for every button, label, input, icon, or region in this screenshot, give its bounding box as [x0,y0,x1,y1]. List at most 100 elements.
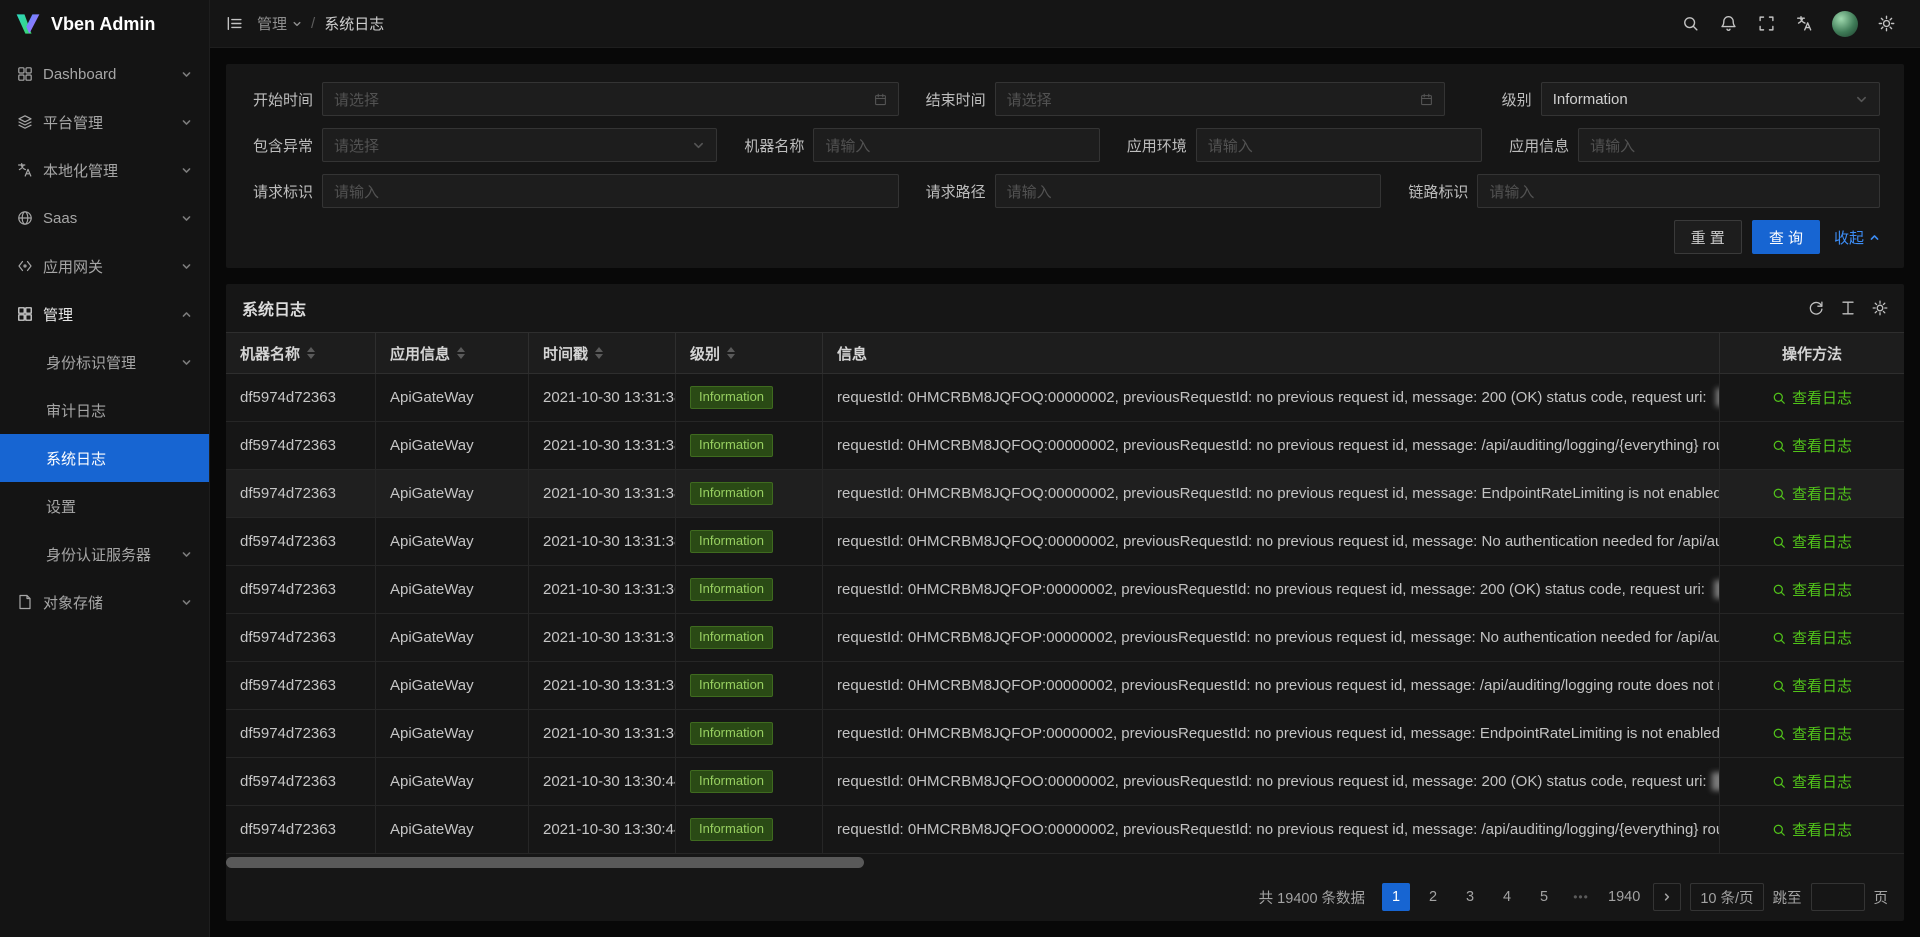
filter-row: 开始时间请选择结束时间请选择级别Information [250,82,1880,116]
page-button-2[interactable]: 2 [1419,883,1447,911]
sort-icon[interactable] [307,347,315,359]
view-log-link[interactable]: 查看日志 [1772,387,1852,408]
field-placeholder: 请输入 [1007,181,1052,202]
machine-name-input[interactable]: 请输入 [813,128,1099,162]
filter-field-trace-id: 链路标识请输入 [1405,174,1880,208]
sort-icon[interactable] [457,347,465,359]
page-button-4[interactable]: 4 [1493,883,1521,911]
table-row: df5974d72363ApiGateWay2021-10-30 13:31:3… [226,710,1904,758]
cell-message: requestId: 0HMCRBM8JQFOQ:00000002, previ… [823,422,1720,470]
field-label: 级别 [1469,89,1541,110]
sidebar-item-dashboard[interactable]: Dashboard [0,50,209,98]
table-row: df5974d72363ApiGateWay2021-10-30 13:31:3… [226,374,1904,422]
translate-icon[interactable] [1786,6,1822,42]
view-log-link[interactable]: 查看日志 [1772,435,1852,456]
end-time-date[interactable]: 请选择 [995,82,1445,116]
query-button[interactable]: 查 询 [1752,220,1820,254]
cell-timestamp: 2021-10-30 13:31:36 [529,710,676,758]
page-ellipsis: ••• [1567,883,1595,911]
page-size-select[interactable]: 10 条/页 [1690,883,1763,911]
sort-icon[interactable] [727,347,735,359]
settings-icon[interactable] [1872,300,1888,316]
start-time-date[interactable]: 请选择 [322,82,899,116]
view-log-link[interactable]: 查看日志 [1772,675,1852,696]
sidebar-item-object-storage[interactable]: 对象存储 [0,578,209,626]
cell-app-info: ApiGateWay [376,422,529,470]
request-id-input[interactable]: 请输入 [322,174,899,208]
logo[interactable]: Vben Admin [0,0,209,48]
has-exception-select[interactable]: 请选择 [322,128,717,162]
cell-machine-name: df5974d72363 [226,374,376,422]
fullscreen-icon[interactable] [1748,6,1784,42]
column-header-machine[interactable]: 机器名称 [226,332,376,374]
sidebar-item-saas[interactable]: Saas [0,194,209,242]
table-row: df5974d72363ApiGateWay2021-10-30 13:31:3… [226,566,1904,614]
view-log-link[interactable]: 查看日志 [1772,531,1852,552]
search-icon[interactable] [1672,6,1708,42]
view-log-link[interactable]: 查看日志 [1772,771,1852,792]
column-header-app[interactable]: 应用信息 [376,332,529,374]
trace-id-input[interactable]: 请输入 [1477,174,1880,208]
jump-page-input[interactable] [1811,883,1865,911]
page-button-3[interactable]: 3 [1456,883,1484,911]
sidebar-item-gateway[interactable]: 应用网关 [0,242,209,290]
page-button-5[interactable]: 5 [1530,883,1558,911]
bell-icon[interactable] [1710,6,1746,42]
sidebar-item-localization[interactable]: 本地化管理 [0,146,209,194]
field-placeholder: 请输入 [1590,135,1635,156]
filter-field-request-path: 请求路径请输入 [923,174,1382,208]
sidebar-item-platform[interactable]: 平台管理 [0,98,209,146]
globe-icon [17,210,33,226]
collapse-filter-link[interactable]: 收起 [1834,227,1880,248]
message-text: requestId: 0HMCRBM8JQFOP:00000002, previ… [837,725,1720,742]
column-header-timestamp[interactable]: 时间戳 [529,332,676,374]
request-path-input[interactable]: 请输入 [995,174,1382,208]
breadcrumb-item-manage[interactable]: 管理 [257,13,302,34]
column-label: 信息 [837,343,867,364]
reset-button[interactable]: 重 置 [1674,220,1742,254]
column-label: 级别 [690,343,720,364]
sidebar-item-label: 对象存储 [43,592,171,613]
view-log-link[interactable]: 查看日志 [1772,723,1852,744]
cell-timestamp: 2021-10-30 13:31:36 [529,662,676,710]
view-log-link[interactable]: 查看日志 [1772,627,1852,648]
page-button-1940[interactable]: 1940 [1604,883,1644,911]
app-environment-input[interactable]: 请输入 [1196,128,1482,162]
column-height-icon[interactable] [1840,300,1856,316]
collapse-sidebar-icon[interactable] [226,15,243,32]
message-text: requestId: 0HMCRBM8JQFOQ:00000002, previ… [837,485,1720,502]
sidebar-item-management[interactable]: 管理 [0,290,209,338]
table-title: 系统日志 [242,296,306,320]
sidebar-item-auth-server[interactable]: 身份认证服务器 [0,530,209,578]
page-button-1[interactable]: 1 [1382,883,1410,911]
refresh-icon[interactable] [1808,300,1824,316]
view-log-link[interactable]: 查看日志 [1772,579,1852,600]
view-log-link[interactable]: 查看日志 [1772,483,1852,504]
jump-label: 跳至 [1773,887,1802,908]
sidebar-item-identity[interactable]: 身份标识管理 [0,338,209,386]
cell-timestamp: 2021-10-30 13:31:38 [529,518,676,566]
logo-text: Vben Admin [51,14,155,35]
column-header-level[interactable]: 级别 [676,332,823,374]
chevron-down-icon [181,213,192,224]
next-page-button[interactable] [1653,883,1681,911]
app-info-input[interactable]: 请输入 [1578,128,1880,162]
user-avatar[interactable] [1832,11,1858,37]
sidebar-item-settings[interactable]: 设置 [0,482,209,530]
level-select[interactable]: Information [1541,82,1880,116]
table-body: df5974d72363ApiGateWay2021-10-30 13:31:3… [226,374,1904,854]
chevron-down-icon [292,19,302,29]
sidebar-item-label: 系统日志 [46,448,192,469]
cell-app-info: ApiGateWay [376,662,529,710]
sidebar-item-audit-logs[interactable]: 审计日志 [0,386,209,434]
cell-timestamp: 2021-10-30 13:31:36 [529,614,676,662]
sidebar-item-system-logs[interactable]: 系统日志 [0,434,209,482]
horizontal-scrollbar-thumb[interactable] [226,857,864,868]
message-text: requestId: 0HMCRBM8JQFOP:00000002, previ… [837,629,1720,646]
breadcrumb: 管理 / 系统日志 [257,13,384,34]
settings-icon[interactable] [1868,6,1904,42]
view-log-link[interactable]: 查看日志 [1772,819,1852,840]
cell-action: 查看日志 [1720,614,1904,662]
sort-icon[interactable] [595,347,603,359]
chevron-down-icon [181,165,192,176]
